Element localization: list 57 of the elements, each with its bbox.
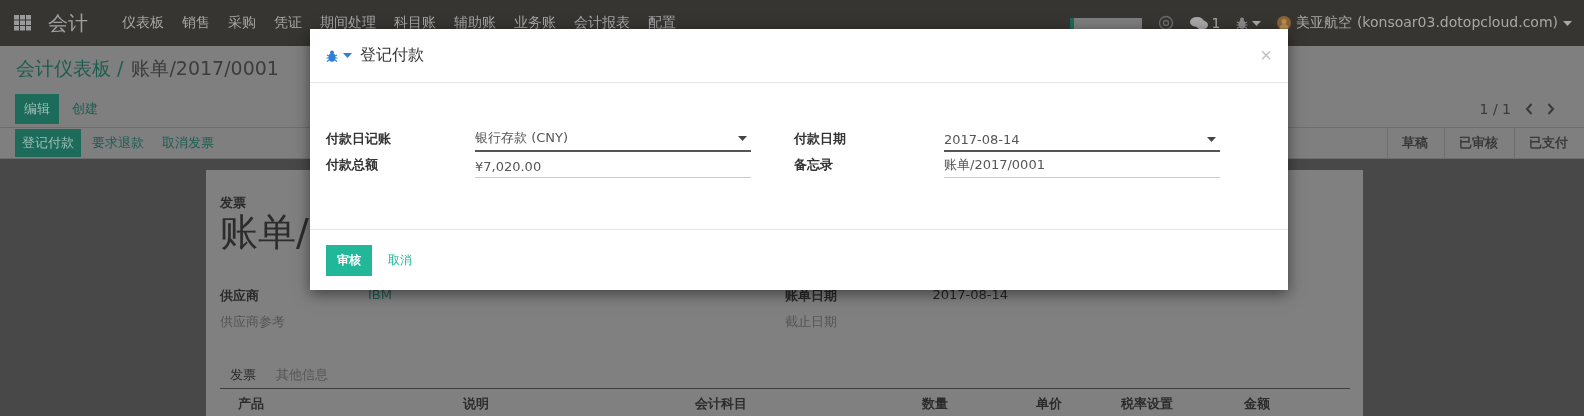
status-stage[interactable]: 已审核 <box>1444 128 1514 158</box>
caret-icon <box>343 53 352 58</box>
column-header: 说明 <box>461 394 490 413</box>
user-name[interactable]: 美亚航空 (konsoar03.dotopcloud.com) <box>1296 14 1558 32</box>
debug-menu[interactable] <box>326 49 352 62</box>
apps-icon[interactable] <box>14 15 32 31</box>
field-value: 2017-08-14 <box>932 286 1010 304</box>
pager-counter: 1 / 1 <box>1479 101 1511 117</box>
bug-icon[interactable] <box>1236 17 1249 29</box>
tab[interactable]: 发票 <box>220 361 266 388</box>
dialog-title: 登记付款 <box>360 45 424 66</box>
field-label: 付款日期 <box>794 130 847 148</box>
field-label: 付款总额 <box>326 156 379 174</box>
status-stage[interactable]: 草稿 <box>1387 128 1444 158</box>
breadcrumb-current: 账单/2017/0001 <box>131 56 279 81</box>
select-field[interactable]: 2017-08-14 <box>944 132 1220 152</box>
menu-item[interactable]: 配置 <box>648 14 676 32</box>
input-field[interactable]: ¥7,020.00 <box>475 159 751 178</box>
menu-item[interactable]: 期间处理 <box>320 14 376 32</box>
edit-button[interactable]: 编辑 <box>15 94 59 124</box>
caret-icon <box>1252 20 1262 26</box>
select-field[interactable]: 银行存款 (CNY) <box>475 129 751 152</box>
column-header: 金额 <box>1243 394 1271 413</box>
menu-item[interactable]: 会计报表 <box>574 14 630 32</box>
document-title: 账单/ <box>220 212 310 254</box>
menu-item[interactable]: 采购 <box>228 14 256 32</box>
column-header: 税率设置 <box>1120 394 1174 413</box>
field-label: 供应商 <box>220 286 260 305</box>
input-field[interactable]: 账单/2017/0001 <box>944 156 1220 178</box>
previous-icon[interactable] <box>1525 103 1533 115</box>
message-count: 1 <box>1211 15 1221 31</box>
column-header: 会计科目 <box>694 394 748 413</box>
status-stage[interactable]: 已支付 <box>1514 128 1584 158</box>
field-label: 账单日期 <box>784 286 838 305</box>
field-label: 付款日记账 <box>326 130 392 148</box>
menu-item[interactable]: 科目账 <box>394 14 436 32</box>
confirm-button[interactable]: 审核 <box>326 244 372 276</box>
mention-icon[interactable] <box>1157 15 1174 31</box>
menu-item[interactable]: 辅助账 <box>454 14 496 32</box>
cancel-button[interactable]: 取消 <box>380 244 420 276</box>
action-button[interactable]: 登记付款 <box>15 129 81 157</box>
column-header: 单价 <box>1035 394 1063 413</box>
avatar-icon <box>1277 16 1292 30</box>
column-header: 数量 <box>921 394 949 413</box>
column-header: 产品 <box>237 394 265 413</box>
caret-icon <box>1563 20 1572 26</box>
menu-item[interactable]: 仪表板 <box>122 14 164 32</box>
caret-icon <box>738 135 747 141</box>
chat-icon[interactable] <box>1189 15 1208 31</box>
menu-item[interactable]: 凭证 <box>274 14 302 32</box>
caret-icon <box>1207 137 1216 142</box>
field-label: 备忘录 <box>794 156 834 174</box>
app-name: 会计 <box>48 9 88 37</box>
next-icon[interactable] <box>1547 103 1555 115</box>
menu-item[interactable]: 业务账 <box>514 14 556 32</box>
document-type: 发票 <box>220 194 247 212</box>
menu-item[interactable]: 销售 <box>182 14 210 32</box>
